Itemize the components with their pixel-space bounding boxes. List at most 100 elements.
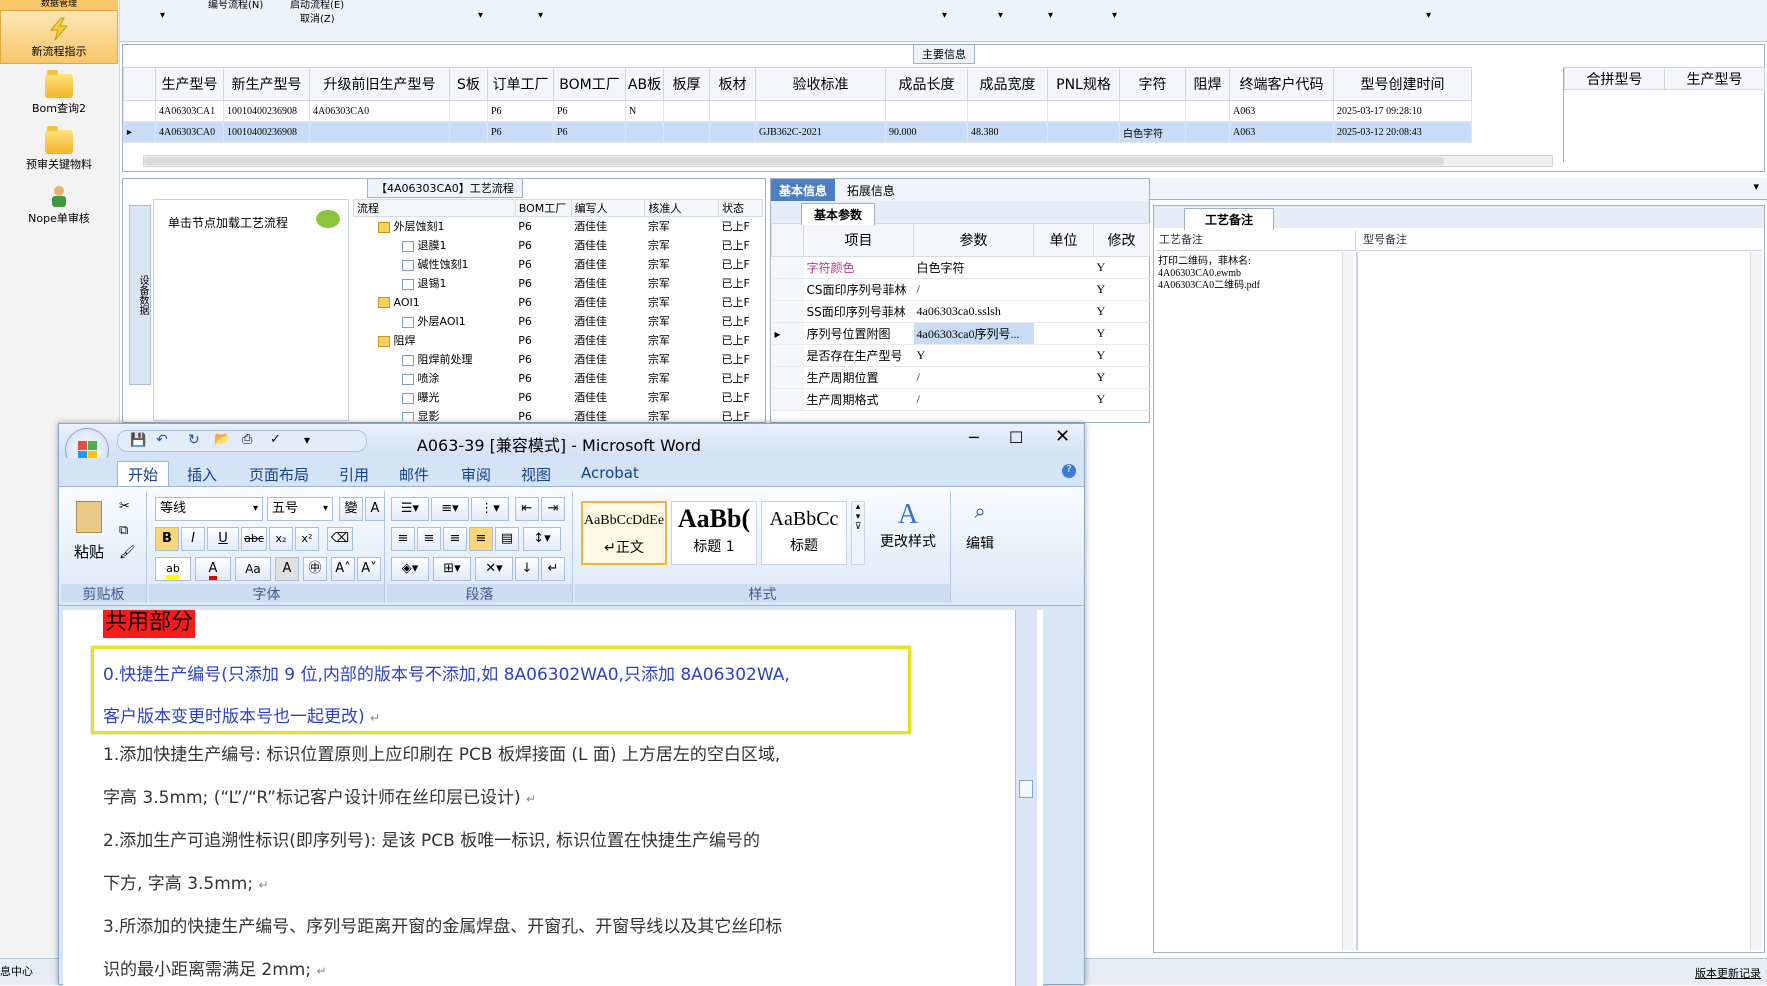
- column-header[interactable]: 参数: [913, 223, 1034, 257]
- table-cell[interactable]: 2025-03-17 09:28:10: [1333, 100, 1472, 122]
- horizontal-scrollbar[interactable]: [143, 155, 1553, 167]
- column-header[interactable]: 新生产型号: [223, 67, 310, 101]
- tree-cell[interactable]: 宗军: [645, 274, 719, 293]
- table-cell[interactable]: 10010400236908: [223, 100, 310, 122]
- char-shading-icon[interactable]: A: [275, 557, 299, 581]
- increase-indent-icon[interactable]: ⇥: [541, 497, 565, 521]
- tab-references[interactable]: 引用: [339, 464, 369, 485]
- tree-row[interactable]: 退膜1 P6 酒佳佳 宗军 已上F: [354, 236, 763, 255]
- tree-cell[interactable]: 酒佳佳: [571, 236, 645, 255]
- row-selector[interactable]: [771, 300, 804, 323]
- param-row[interactable]: SS面印序列号菲林 4a06303ca0.sslsh Y: [771, 300, 1150, 323]
- table-cell[interactable]: [709, 121, 756, 143]
- table-cell[interactable]: N: [625, 100, 664, 122]
- tree-cell[interactable]: 已上F: [719, 331, 763, 350]
- bold-button[interactable]: B: [155, 527, 179, 551]
- tree-row[interactable]: AOI1 P6 酒佳佳 宗军 已上F: [354, 293, 763, 312]
- decrease-indent-icon[interactable]: ⇤: [515, 497, 539, 521]
- column-header[interactable]: 终端客户代码: [1229, 67, 1334, 101]
- grow-font-icon[interactable]: A˄: [331, 557, 355, 581]
- tree-row[interactable]: 喷涂 P6 酒佳佳 宗军 已上F: [354, 369, 763, 388]
- help-icon[interactable]: ?: [1062, 464, 1076, 478]
- tree-cell[interactable]: 退膜1: [354, 236, 516, 255]
- tab-basic-info[interactable]: 基本信息: [771, 179, 836, 202]
- tree-cell[interactable]: 曝光: [354, 388, 516, 407]
- tree-cell[interactable]: 酒佳佳: [571, 274, 645, 293]
- edit-button[interactable]: ⌕ 编辑: [955, 491, 1005, 602]
- tree-row[interactable]: 外层AOI1 P6 酒佳佳 宗军 已上F: [354, 312, 763, 331]
- column-header[interactable]: PNL规格: [1047, 67, 1120, 101]
- tab-extended-info[interactable]: 拓展信息: [839, 179, 903, 202]
- font-color-button[interactable]: A: [195, 557, 231, 581]
- tab-acrobat[interactable]: Acrobat: [581, 464, 639, 482]
- chevron-down-icon[interactable]: ▾: [538, 10, 543, 21]
- version-history-link[interactable]: 版本更新记录: [1695, 965, 1761, 981]
- tree-cell[interactable]: 显影: [354, 407, 516, 421]
- vertical-scrollbar[interactable]: [1750, 252, 1762, 950]
- table-cell[interactable]: [885, 100, 968, 122]
- nav-item-bom-query[interactable]: Bom查询2: [0, 68, 118, 122]
- tree-cell[interactable]: 已上F: [719, 255, 763, 274]
- table-cell[interactable]: 4A06303CA0: [309, 100, 450, 122]
- phonetic-guide-icon[interactable]: 變: [339, 497, 363, 521]
- tree-cell[interactable]: P6: [515, 312, 571, 331]
- table-cell[interactable]: [449, 100, 488, 122]
- chevron-down-icon[interactable]: ▾: [1048, 10, 1053, 21]
- tab-review[interactable]: 审阅: [461, 464, 491, 485]
- table-cell[interactable]: [663, 121, 710, 143]
- tree-cell[interactable]: 酒佳佳: [571, 407, 645, 421]
- tree-cell[interactable]: AOI1: [354, 293, 516, 312]
- chevron-down-icon[interactable]: ▾: [478, 10, 483, 21]
- bullets-icon[interactable]: ☰▾: [391, 497, 429, 521]
- document-scrollbar[interactable]: [1015, 610, 1037, 986]
- nav-item-new-flow[interactable]: 新流程指示: [0, 10, 118, 64]
- strikethrough-button[interactable]: abc: [241, 527, 267, 551]
- table-cell[interactable]: [625, 121, 664, 143]
- tree-cell[interactable]: 已上F: [719, 236, 763, 255]
- tree-cell[interactable]: 已上F: [719, 407, 763, 421]
- table-cell[interactable]: A063: [1229, 100, 1334, 122]
- shading-icon[interactable]: ◈▾: [391, 557, 429, 581]
- subtab-basic-params[interactable]: 基本参数: [801, 203, 876, 225]
- numbering-icon[interactable]: ≡▾: [431, 497, 469, 521]
- table-cell[interactable]: [309, 121, 450, 143]
- multilevel-list-icon[interactable]: ⋮▾: [471, 497, 509, 521]
- tree-cell[interactable]: 宗军: [645, 350, 719, 369]
- param-edit[interactable]: Y: [1093, 278, 1150, 301]
- column-header[interactable]: 核准人: [644, 199, 720, 217]
- table-cell[interactable]: 4A06303CA0: [155, 121, 224, 143]
- tree-cell[interactable]: P6: [515, 255, 571, 274]
- tree-cell[interactable]: 阻焊: [354, 331, 516, 350]
- nav-item-prereview[interactable]: 预审关键物料: [0, 124, 118, 178]
- justify-icon[interactable]: ≡: [469, 527, 493, 551]
- table-cell[interactable]: [663, 100, 710, 122]
- column-header[interactable]: 成品宽度: [967, 67, 1048, 101]
- tree-cell[interactable]: 已上F: [719, 274, 763, 293]
- tree-cell[interactable]: 已上F: [719, 369, 763, 388]
- document-page[interactable]: 共用部分 0.快捷生产编号(只添加 9 位,内部的版本号不添加,如 8A0630…: [63, 610, 1043, 986]
- sort-icon[interactable]: ↓: [515, 557, 539, 581]
- column-header[interactable]: 验收标准: [755, 67, 886, 101]
- superscript-button[interactable]: x²: [295, 527, 319, 551]
- tree-cell[interactable]: 宗军: [645, 331, 719, 350]
- param-item[interactable]: 序列号位置附图: [803, 322, 914, 345]
- tree-cell[interactable]: P6: [515, 388, 571, 407]
- column-header[interactable]: 型号创建时间: [1333, 67, 1472, 101]
- column-header[interactable]: 板材: [709, 67, 756, 101]
- param-unit[interactable]: [1033, 344, 1094, 367]
- column-header[interactable]: 流程: [353, 199, 516, 217]
- param-param[interactable]: /: [913, 388, 1034, 411]
- tree-cell[interactable]: 酒佳佳: [571, 217, 645, 236]
- underline-button[interactable]: U: [207, 527, 239, 551]
- table-cell[interactable]: 48.380: [967, 121, 1048, 143]
- subscript-button[interactable]: x₂: [269, 527, 293, 551]
- tree-cell[interactable]: 宗军: [645, 293, 719, 312]
- tree-cell[interactable]: 酒佳佳: [571, 331, 645, 350]
- column-header[interactable]: 升级前旧生产型号: [309, 67, 450, 101]
- style-normal[interactable]: AaBbCcDdEe ↵正文: [581, 501, 667, 565]
- param-param[interactable]: 白色字符: [913, 256, 1034, 279]
- column-header[interactable]: AB板: [625, 67, 664, 101]
- toolbar-label-cancel[interactable]: 取消(Z): [300, 10, 335, 25]
- tree-cell[interactable]: 酒佳佳: [571, 312, 645, 331]
- redo-icon[interactable]: ↻: [188, 432, 200, 448]
